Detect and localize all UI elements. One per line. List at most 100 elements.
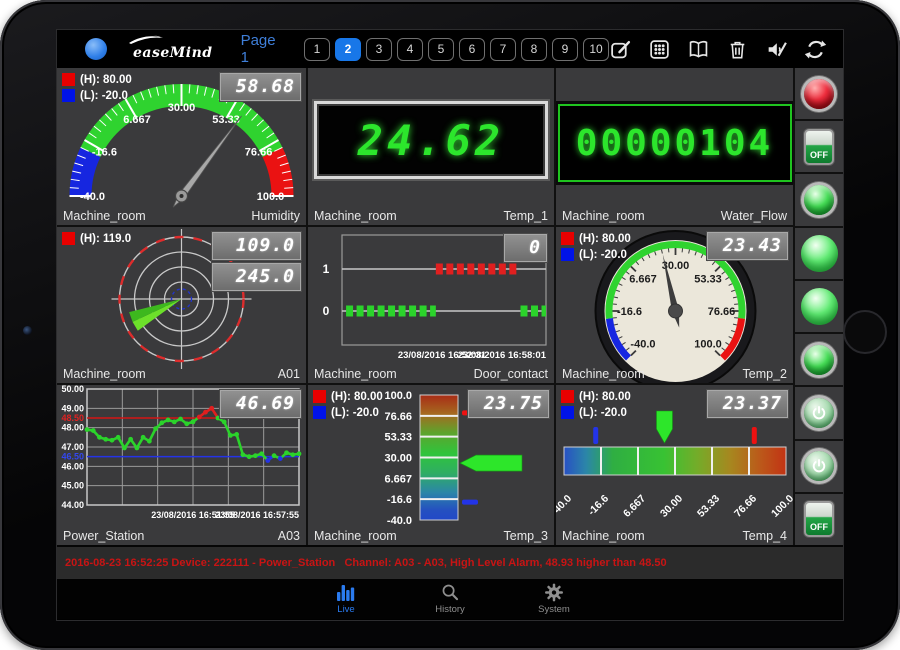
widget-temp2-gauge[interactable]: -40.0-16.66.66730.0053.3376.66100.0 (H):… bbox=[556, 227, 793, 383]
alarm-bar[interactable]: 2016-08-23 16:52:25 Device: 222111 - Pow… bbox=[57, 545, 843, 578]
widget-humidity-gauge[interactable]: -40.0-16.66.66730.0053.3376.66100.0 (H):… bbox=[57, 68, 306, 225]
value-displays: 109.0 245.0 bbox=[212, 232, 301, 291]
page-button-1[interactable]: 1 bbox=[304, 38, 330, 61]
svg-text:76.66: 76.66 bbox=[245, 147, 273, 159]
value-display: 0 bbox=[504, 234, 547, 262]
device-label: Machine_room bbox=[314, 529, 397, 543]
dashboard-grid: -40.0-16.66.66730.0053.3376.66100.0 (H):… bbox=[57, 68, 843, 545]
device-label: Machine_room bbox=[562, 209, 645, 223]
svg-text:1: 1 bbox=[323, 262, 330, 276]
channel-label: A01 bbox=[278, 367, 300, 381]
bar-chart-icon bbox=[336, 583, 356, 602]
svg-text:46.00: 46.00 bbox=[61, 461, 84, 471]
device-label: Machine_room bbox=[314, 209, 397, 223]
widget-waterflow-counter[interactable]: 00000104 Machine_room Water_Flow bbox=[556, 68, 793, 225]
widget-a03-trend-chart[interactable]: 50.0049.0048.5048.0047.0046.5046.0045.00… bbox=[57, 385, 306, 545]
high-alarm-swatch bbox=[313, 390, 326, 403]
control-power-button-8[interactable] bbox=[795, 441, 843, 494]
page-buttons: 12345678910 bbox=[304, 38, 609, 61]
mute-icon[interactable] bbox=[765, 38, 788, 61]
widget-temp4-horizontal-bar[interactable]: -40.0-16.66.66730.0053.3376.66100.0 (H):… bbox=[556, 385, 793, 545]
widget-a01-radar[interactable]: (H): 119.0 109.0 245.0 Machine_room A01 bbox=[57, 227, 306, 383]
app-logo: easeMind bbox=[133, 37, 213, 61]
refresh-icon[interactable] bbox=[804, 38, 827, 61]
home-button[interactable] bbox=[843, 310, 887, 354]
svg-text:6.667: 6.667 bbox=[621, 493, 648, 520]
control-led-4[interactable] bbox=[795, 228, 843, 281]
alarm-legend: (H): 119.0 bbox=[62, 232, 131, 245]
top-toolbar: easeMind Page 1 12345678910 bbox=[57, 30, 843, 68]
grid-icon[interactable] bbox=[648, 38, 671, 61]
page-button-3[interactable]: 3 bbox=[366, 38, 392, 61]
svg-text:46.50: 46.50 bbox=[61, 452, 84, 462]
page-button-9[interactable]: 9 bbox=[552, 38, 578, 61]
widget-doorcontact-chart[interactable]: 1023/08/2016 16:52:3123/08/2016 16:58:01… bbox=[308, 227, 554, 383]
tab-system[interactable]: System bbox=[522, 579, 586, 619]
svg-text:100.0: 100.0 bbox=[694, 339, 722, 351]
logo-swoosh-icon bbox=[127, 33, 179, 47]
svg-text:0: 0 bbox=[323, 304, 330, 318]
bottom-tab-bar: Live History bbox=[57, 578, 843, 619]
svg-text:30.00: 30.00 bbox=[658, 493, 685, 520]
control-led-ring-6[interactable] bbox=[795, 334, 843, 387]
trash-icon[interactable] bbox=[726, 38, 749, 61]
control-led-ring-3[interactable] bbox=[795, 174, 843, 227]
high-alarm-label: (H): 80.00 bbox=[331, 391, 383, 403]
high-alarm-label: (H): 80.00 bbox=[80, 74, 132, 86]
page-button-7[interactable]: 7 bbox=[490, 38, 516, 61]
device-label: Machine_room bbox=[63, 209, 146, 223]
device-label: Machine_room bbox=[63, 367, 146, 381]
svg-text:6.667: 6.667 bbox=[384, 473, 412, 485]
control-power-button-7[interactable] bbox=[795, 387, 843, 440]
svg-text:23/08/2016 16:57:55: 23/08/2016 16:57:55 bbox=[215, 510, 299, 520]
widget-temp3-vertical-bar[interactable]: 100.076.6653.3330.006.667-16.6-40.0 (H):… bbox=[308, 385, 554, 545]
rocker-switch: OFF bbox=[804, 129, 834, 165]
svg-text:-40.0: -40.0 bbox=[556, 493, 574, 519]
page-button-5[interactable]: 5 bbox=[428, 38, 454, 61]
svg-text:76.66: 76.66 bbox=[708, 306, 736, 318]
svg-text:50.00: 50.00 bbox=[61, 385, 84, 394]
camera-dot bbox=[23, 326, 32, 335]
channel-label: Temp_4 bbox=[743, 529, 787, 543]
page-button-10[interactable]: 10 bbox=[583, 38, 609, 61]
edit-icon[interactable] bbox=[609, 38, 632, 61]
book-icon[interactable] bbox=[687, 38, 710, 61]
svg-text:53.33: 53.33 bbox=[694, 273, 722, 285]
high-alarm-swatch bbox=[62, 73, 75, 86]
svg-text:23/08/2016 16:58:01: 23/08/2016 16:58:01 bbox=[458, 350, 547, 361]
low-alarm-swatch bbox=[561, 248, 574, 261]
page-button-6[interactable]: 6 bbox=[459, 38, 485, 61]
control-push-button-1[interactable] bbox=[795, 68, 843, 121]
control-rocker-switch-2[interactable]: OFF bbox=[795, 121, 843, 174]
page-button-4[interactable]: 4 bbox=[397, 38, 423, 61]
device-label: Machine_room bbox=[314, 367, 397, 381]
value-display: 23.75 bbox=[468, 390, 549, 418]
value-display-2: 245.0 bbox=[212, 263, 301, 291]
value-display: 58.68 bbox=[220, 73, 301, 101]
status-dot-button[interactable] bbox=[85, 38, 107, 60]
control-led-5[interactable] bbox=[795, 281, 843, 334]
svg-text:6.667: 6.667 bbox=[123, 114, 151, 126]
device-label: Power_Station bbox=[63, 529, 144, 543]
page-button-2[interactable]: 2 bbox=[335, 38, 361, 61]
control-rocker-switch-9[interactable]: OFF bbox=[795, 494, 843, 545]
power-button bbox=[804, 398, 834, 428]
power-button bbox=[804, 451, 834, 481]
green-led bbox=[801, 288, 838, 325]
tab-live[interactable]: Live bbox=[314, 579, 378, 619]
counter-display: 00000104 bbox=[558, 104, 792, 182]
low-alarm-swatch bbox=[62, 89, 75, 102]
tab-label: System bbox=[538, 604, 570, 615]
high-alarm-swatch bbox=[561, 390, 574, 403]
high-alarm-swatch bbox=[561, 232, 574, 245]
widget-temp1-display[interactable]: 24.62 Machine_room Temp_1 bbox=[308, 68, 554, 225]
device-label: Machine_room bbox=[562, 367, 645, 381]
tab-history[interactable]: History bbox=[418, 579, 482, 619]
alarm-legend: (H): 80.00 (L): -20.0 bbox=[561, 390, 631, 419]
svg-text:53.33: 53.33 bbox=[384, 432, 412, 444]
value-display-1: 109.0 bbox=[212, 232, 301, 260]
page-button-8[interactable]: 8 bbox=[521, 38, 547, 61]
svg-text:100.0: 100.0 bbox=[769, 493, 793, 520]
channel-label: Door_contact bbox=[474, 367, 548, 381]
channel-label: Temp_1 bbox=[504, 209, 548, 223]
